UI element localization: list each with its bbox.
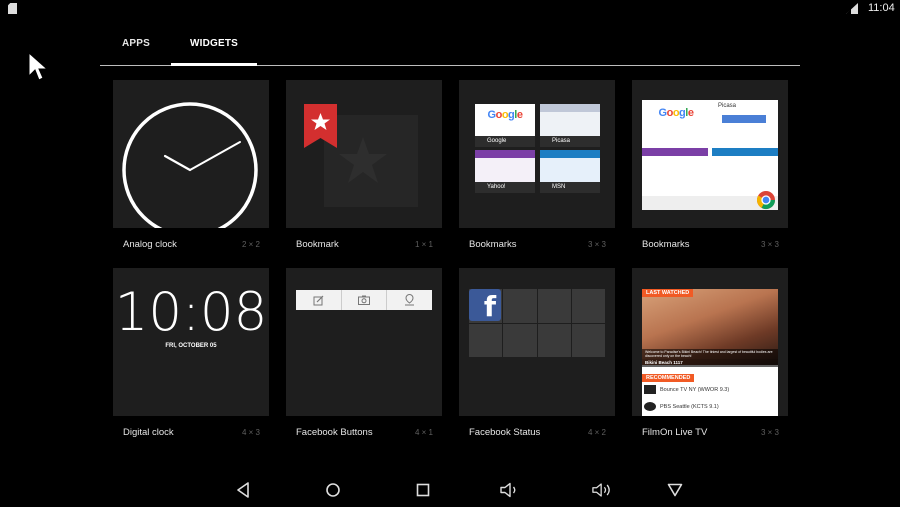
recommended-badge: RECOMMENDED — [642, 374, 695, 382]
facebook-buttons-bar — [296, 290, 432, 310]
thumb-caption: Picasa — [540, 136, 600, 147]
facebook-logo-icon: f — [469, 289, 501, 323]
widget-facebook-buttons[interactable]: Facebook Buttons 4 × 1 — [286, 268, 442, 446]
volume-down-icon[interactable] — [500, 481, 522, 499]
widget-filmon-live-tv[interactable]: LAST WATCHED Welcome to Paradise's Bikin… — [632, 268, 788, 446]
widget-size: 4 × 1 — [414, 428, 433, 437]
widget-size: 3 × 3 — [760, 240, 779, 249]
widget-preview — [286, 268, 442, 416]
bookmark-thumb-yahoo: Yahoo! — [475, 150, 535, 193]
google-logo-text: Google — [487, 109, 523, 121]
widget-name: FilmOn Live TV — [642, 427, 708, 438]
tab-widgets[interactable]: WIDGETS — [171, 38, 257, 64]
tab-bar: APPS WIDGETS — [100, 30, 800, 66]
filmon-title: Bikini Beach 1117 — [642, 359, 778, 367]
widget-preview: Google Google Picasa Yahoo! MSN — [459, 80, 615, 228]
widget-preview: LAST WATCHED Welcome to Paradise's Bikin… — [632, 268, 788, 416]
widget-name: Facebook Buttons — [296, 427, 373, 438]
widget-name: Digital clock — [123, 427, 174, 438]
edit-icon — [296, 290, 342, 310]
bookmark-ribbon-icon — [304, 104, 337, 148]
widget-name: Analog clock — [123, 239, 177, 250]
bookmark-thumb-google: Google Google — [475, 104, 535, 147]
widget-name: Bookmarks — [469, 239, 517, 250]
widget-size: 1 × 1 — [414, 240, 433, 249]
widget-analog-clock[interactable]: Analog clock 2 × 2 — [113, 80, 269, 258]
digital-clock-date: FRI, OCTOBER 05 — [165, 343, 217, 349]
status-time: 11:04 — [868, 2, 895, 14]
analog-clock-face — [122, 102, 258, 228]
widget-facebook-status[interactable]: f Facebook Status 4 × 2 — [459, 268, 615, 446]
tab-selected-indicator — [171, 63, 257, 66]
bookmark-thumb-picasa: Picasa — [540, 104, 600, 147]
star-icon — [339, 137, 387, 183]
signal-icon — [846, 3, 858, 14]
last-watched-badge: LAST WATCHED — [642, 289, 694, 297]
menu-down-icon[interactable] — [664, 481, 686, 499]
google-logo-text: Google — [658, 107, 694, 119]
widget-name: Facebook Status — [469, 427, 541, 438]
widget-size: 3 × 3 — [760, 428, 779, 437]
sd-card-icon — [8, 3, 17, 14]
widget-bookmarks-2[interactable]: Google Picasa Bookmarks 3 × 3 — [632, 80, 788, 258]
thumb-caption: Google — [475, 136, 535, 147]
widget-digital-clock[interactable]: 10:08 FRI, OCTOBER 05 Digital clock 4 × … — [113, 268, 269, 446]
widget-name: Bookmarks — [642, 239, 690, 250]
filmon-panel: LAST WATCHED Welcome to Paradise's Bikin… — [642, 289, 778, 416]
widget-size: 3 × 3 — [587, 240, 606, 249]
widget-bookmark[interactable]: Bookmark 1 × 1 — [286, 80, 442, 258]
filmon-channel: PBS Seattle (KCTS 9.1) — [660, 404, 719, 410]
camera-icon — [342, 290, 388, 310]
location-icon — [387, 290, 432, 310]
widget-size: 2 × 2 — [241, 240, 260, 249]
picasa-text: Picasa — [718, 103, 737, 109]
volume-up-icon[interactable] — [592, 481, 614, 499]
widget-preview — [113, 80, 269, 228]
chrome-icon — [756, 191, 775, 210]
navigation-bar — [0, 473, 900, 507]
mouse-pointer-icon — [28, 52, 48, 81]
thumb-caption: MSN — [540, 182, 600, 193]
widget-bookmarks-1[interactable]: Google Google Picasa Yahoo! MSN Bookmark… — [459, 80, 615, 258]
back-icon[interactable] — [232, 481, 254, 499]
tab-apps[interactable]: APPS — [122, 38, 150, 64]
widget-preview: 10:08 FRI, OCTOBER 05 — [113, 268, 269, 416]
filmon-channel: Bounce TV NY (WWOR 9.3) — [660, 387, 730, 393]
widget-size: 4 × 3 — [241, 428, 260, 437]
status-bar: 11:04 — [0, 0, 900, 18]
widget-preview — [286, 80, 442, 228]
filmon-caption: Welcome to Paradise's Bikini Beach! The … — [642, 349, 778, 359]
bookmark-thumb-msn: MSN — [540, 150, 600, 193]
home-icon[interactable] — [322, 481, 344, 499]
widget-size: 4 × 2 — [587, 428, 606, 437]
widget-name: Bookmark — [296, 239, 339, 250]
recents-icon[interactable] — [412, 481, 434, 499]
widget-preview: Google Picasa — [632, 80, 788, 228]
thumb-caption: Yahoo! — [475, 182, 535, 193]
widget-preview: f — [459, 268, 615, 416]
digital-clock-time: 10:08 — [114, 282, 268, 343]
